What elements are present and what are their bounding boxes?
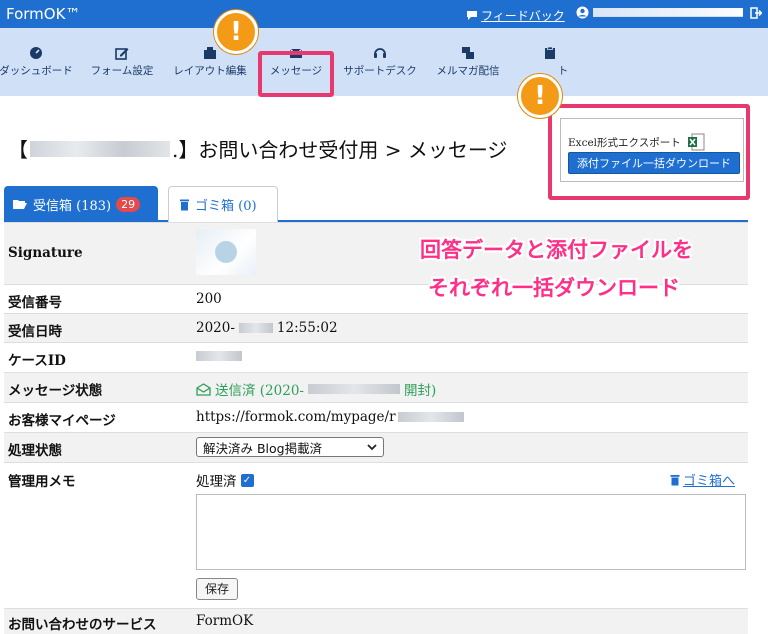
page-title: 【 .】お問い合わせ受付用 > メッセージ — [8, 134, 507, 163]
warning-marker-icon: ! — [214, 10, 258, 54]
mypage-id-redacted — [397, 412, 464, 422]
tab-trash-label[interactable]: ゴミ箱 (0) — [195, 195, 257, 214]
row-service: お問い合わせのサービス FormOK — [4, 608, 748, 634]
case-id-value — [196, 351, 246, 361]
received-at-time: 12:55:02 — [276, 320, 338, 336]
nav-support-desk[interactable]: サポートデスク — [338, 46, 422, 78]
status-date-redacted — [307, 384, 400, 394]
envelope-open-icon — [196, 382, 211, 396]
clipboard-icon — [545, 46, 555, 59]
receipt-number-value: 200 — [196, 291, 222, 307]
warning-marker-icon-2: ! — [518, 74, 562, 118]
headset-icon — [374, 48, 386, 58]
received-at-value: 2020- 12:55:02 — [196, 320, 338, 336]
nav-dashboard[interactable]: ダッシュボード — [0, 46, 76, 78]
form-name-redacted — [30, 140, 170, 157]
trash-icon-2 — [670, 474, 680, 485]
logout-icon[interactable] — [750, 6, 762, 20]
receipt-number-label: 受信番号 — [8, 295, 62, 311]
user-icon — [576, 6, 589, 19]
brand-logo[interactable]: FormOK™ — [6, 5, 80, 23]
user-name-redacted — [593, 8, 743, 17]
tab-inbox[interactable]: 受信箱 (183) 29 — [4, 186, 158, 222]
chat-icon — [467, 11, 477, 20]
newsletter-icon — [462, 47, 474, 59]
chevron-down-icon — [367, 443, 377, 450]
process-status-select[interactable]: 解決済み Blog掲載済 — [196, 437, 384, 457]
memo-checkbox[interactable]: ✓ — [240, 473, 254, 487]
unread-count-badge: 29 — [116, 196, 141, 212]
top-bar: FormOK™ フィードバック — [0, 0, 768, 28]
process-status-selected: 解決済み Blog掲載済 — [203, 440, 323, 456]
row-received-at: 受信日時 2020- 12:55:02 — [4, 313, 748, 342]
process-status-field: 解決済み Blog掲載済 — [196, 437, 384, 457]
message-status-sent: 送信済 (2020- — [215, 383, 304, 399]
nav-newsletter-label: メルマガ配信 — [436, 65, 500, 77]
received-at-label: 受信日時 — [8, 324, 62, 340]
nav-report[interactable]: ト — [530, 46, 570, 78]
signature-image — [196, 229, 256, 275]
nav-newsletter[interactable]: メルマガ配信 — [430, 46, 506, 78]
excel-export-label[interactable]: Excel形式エクスポート — [568, 135, 681, 150]
page-title-rest: .】お問い合わせ受付用 > メッセージ — [172, 138, 508, 162]
received-at-date: 2020- — [196, 320, 235, 336]
mypage-value[interactable]: https://formok.com/mypage/r — [196, 409, 468, 425]
mypage-url[interactable]: https://formok.com/mypage/r — [196, 409, 396, 425]
nav-support-desk-label: サポートデスク — [343, 65, 417, 77]
trash-icon — [180, 199, 189, 211]
feedback-label[interactable]: フィードバック — [481, 7, 565, 24]
process-status-label: 処理状態 — [8, 443, 62, 459]
edit-icon — [115, 48, 129, 60]
messages-highlight-frame — [258, 51, 334, 97]
service-value: FormOK — [196, 613, 254, 629]
excel-icon — [687, 133, 705, 151]
nav-layout-edit-label: レイアウト編集 — [173, 65, 247, 77]
nav-dashboard-label: ダッシュボード — [0, 65, 73, 77]
row-mypage: お客様マイページ https://formok.com/mypage/r — [4, 402, 748, 432]
mypage-label: お客様マイページ — [8, 413, 116, 429]
memo-status: 処理済 ✓ — [196, 470, 254, 490]
date-redacted — [238, 323, 273, 333]
nav-form-settings[interactable]: フォーム設定 — [86, 46, 158, 78]
annotation-line-1: 回答データと添付ファイルを — [420, 238, 693, 262]
case-id-redacted — [196, 351, 242, 361]
excel-export-link[interactable]: Excel形式エクスポート — [568, 133, 705, 151]
row-case-id: ケースID — [4, 342, 748, 372]
move-to-trash-link[interactable]: ゴミ箱へ — [670, 470, 735, 489]
admin-memo-textarea[interactable] — [196, 494, 746, 570]
admin-memo-label: 管理用メモ — [8, 474, 76, 490]
folder-open-icon — [13, 200, 27, 209]
main-nav: ダッシュボード フォーム設定 レイアウト編集 メッセージ サポートデスク メルマ… — [0, 28, 768, 96]
annotation-line-2: それぞれ一括ダウンロード — [428, 276, 680, 300]
case-id-label: ケースID — [8, 353, 66, 369]
memo-status-label: 処理済 — [196, 474, 237, 490]
service-label: お問い合わせのサービス — [8, 617, 157, 633]
message-status-value: 送信済 (2020- 開封) — [196, 379, 436, 399]
nav-form-settings-label: フォーム設定 — [90, 65, 154, 77]
save-button[interactable]: 保存 — [196, 578, 239, 600]
signature-label: Signature — [8, 245, 83, 261]
tab-inbox-label[interactable]: 受信箱 (183) — [33, 195, 111, 214]
row-process-status: 処理状態 解決済み Blog掲載済 — [4, 432, 748, 462]
tab-trash[interactable]: ゴミ箱 (0) — [168, 186, 278, 222]
dashboard-icon — [30, 47, 42, 59]
message-status-opened: 開封) — [403, 383, 437, 399]
row-message-status: メッセージ状態 送信済 (2020- 開封) — [4, 372, 748, 402]
layout-icon — [204, 47, 216, 59]
move-to-trash-label[interactable]: ゴミ箱へ — [683, 470, 735, 489]
feedback-link[interactable]: フィードバック — [466, 7, 565, 24]
user-menu[interactable] — [576, 6, 743, 19]
page-title-open: 【 — [8, 138, 28, 162]
bulk-attachment-download-button[interactable]: 添付ファイル一括ダウンロード — [568, 152, 740, 174]
message-status-label: メッセージ状態 — [8, 383, 103, 399]
